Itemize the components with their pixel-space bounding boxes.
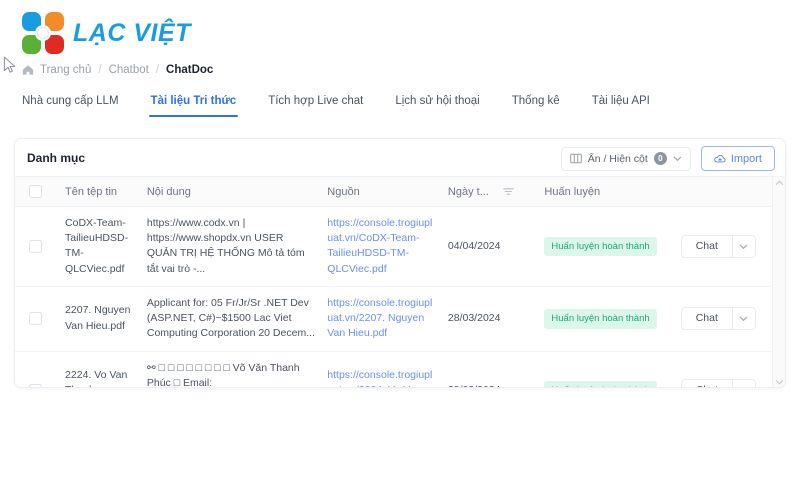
hidden-columns-count-badge: 0 xyxy=(653,152,667,165)
row-training: Huấn luyện hoàn thành xyxy=(538,286,675,352)
breadcrumb-separator: / xyxy=(155,64,160,76)
toggle-columns-label: Ẩn / Hiện cột xyxy=(587,152,648,165)
row-source-link[interactable]: https://console.trogiupluat.vn/CoDX-Team… xyxy=(327,217,432,275)
status-badge: Huấn luyện hoàn thành xyxy=(544,381,657,387)
chevron-down-icon xyxy=(740,244,748,250)
chevron-down-icon xyxy=(740,316,748,322)
header-filename[interactable]: Tên tệp tin xyxy=(59,177,141,207)
table-row[interactable]: 2224. Vo Van Thanh Phuc.pdf ⚯ □ □ □ □ □ … xyxy=(15,351,785,388)
card-header: Danh mục Ẩn / Hiện cột 0 Import xyxy=(15,139,785,177)
scroll-up-icon[interactable] xyxy=(775,179,784,187)
status-badge: Huấn luyện hoàn thành xyxy=(544,308,657,329)
status-badge: Huấn luyện hoàn thành xyxy=(544,236,657,257)
row-actions: Chat xyxy=(674,286,785,352)
import-button-label: Import xyxy=(730,152,762,165)
select-all-checkbox[interactable] xyxy=(29,185,42,198)
chat-button-group: Chat xyxy=(680,307,756,331)
breadcrumb-separator: / xyxy=(98,64,102,76)
row-select-cell xyxy=(15,286,60,352)
documents-table: Tên tệp tin Nội dung Nguồn Ngày t... Huấ… xyxy=(15,177,785,388)
breadcrumb-item-chatdoc: ChatDoc xyxy=(166,64,214,76)
row-filename: CoDX-Team-TailieuHDSD-TM-QLCViec.pdf xyxy=(59,206,141,287)
chevron-down-icon xyxy=(673,154,682,163)
import-button[interactable]: Import xyxy=(700,146,775,171)
tab-livechat-integration[interactable]: Tích hợp Live chat xyxy=(268,92,363,117)
documents-table-wrap: Tên tệp tin Nội dung Nguồn Ngày t... Huấ… xyxy=(15,177,785,388)
row-content: ⚯ □ □ □ □ □ □ □ □ Võ Văn Thanh Phúc □ Em… xyxy=(140,351,322,387)
columns-icon xyxy=(569,153,582,164)
row-source-link[interactable]: https://console.trogiupluat.vn/2224. Vo … xyxy=(327,369,432,387)
breadcrumb-item-home[interactable]: Trang chủ xyxy=(40,64,91,76)
chevron-down-icon xyxy=(739,386,748,388)
chat-button-group: Chat xyxy=(680,234,756,258)
chat-dropdown-button[interactable] xyxy=(731,234,756,258)
table-row[interactable]: CoDX-Team-TailieuHDSD-TM-QLCViec.pdf htt… xyxy=(15,206,785,287)
chat-button-group: Chat xyxy=(680,379,756,388)
toggle-columns-button[interactable]: Ẩn / Hiện cột 0 xyxy=(560,146,691,171)
tab-knowledge-documents[interactable]: Tài liệu Tri thức xyxy=(148,92,238,117)
row-actions: Chat xyxy=(674,206,785,287)
app-page: LẠC VIỆT Trang chủ / Chatbot / ChatDoc N… xyxy=(0,0,800,500)
row-training: Huấn luyện hoàn thành xyxy=(538,206,675,287)
chat-button[interactable]: Chat xyxy=(680,234,732,258)
row-training: Huấn luyện hoàn thành xyxy=(538,351,675,387)
row-select-cell xyxy=(15,351,60,387)
header-date[interactable]: Ngày t... xyxy=(441,177,539,207)
chat-dropdown-button[interactable] xyxy=(731,307,756,331)
row-filename: 2224. Vo Van Thanh Phuc.pdf xyxy=(59,351,141,387)
filter-icon[interactable] xyxy=(503,187,514,196)
documents-card: Danh mục Ẩn / Hiện cột 0 Import Tên tệp … xyxy=(14,138,786,388)
header-date-label: Ngày t... xyxy=(447,185,489,198)
tab-api-docs[interactable]: Tài liệu API xyxy=(592,92,650,117)
home-icon xyxy=(22,64,34,76)
row-date: 28/03/2024 xyxy=(441,286,539,352)
cloud-upload-icon xyxy=(714,153,726,165)
breadcrumb-item-chatbot[interactable]: Chatbot xyxy=(109,64,149,76)
row-date: 28/03/2024 xyxy=(441,351,539,387)
header-content[interactable]: Nội dung xyxy=(140,177,322,207)
table-head: Tên tệp tin Nội dung Nguồn Ngày t... Huấ… xyxy=(15,177,785,207)
flower-logo-icon xyxy=(22,12,64,54)
logo-center-circle xyxy=(35,25,51,41)
row-date: 04/04/2024 xyxy=(441,206,539,287)
row-checkbox[interactable] xyxy=(29,239,42,253)
chat-button[interactable]: Chat xyxy=(680,379,732,387)
row-source-link[interactable]: https://console.trogiupluat.vn/2207. Ngu… xyxy=(327,297,432,339)
row-checkbox[interactable] xyxy=(29,384,42,387)
card-title: Danh mục xyxy=(27,150,86,165)
table-header-row: Tên tệp tin Nội dung Nguồn Ngày t... Huấ… xyxy=(15,177,785,207)
header-actions xyxy=(674,177,785,207)
row-content: Applicant for: 05 Fr/Jr/Sr .NET Dev (ASP… xyxy=(140,286,322,352)
breadcrumb: Trang chủ / Chatbot / ChatDoc xyxy=(22,64,213,76)
scroll-down-icon[interactable] xyxy=(775,378,784,386)
table-row[interactable]: 2207. Nguyen Van Hieu.pdf Applicant for:… xyxy=(15,286,785,352)
row-actions: Chat xyxy=(674,351,785,388)
row-source: https://console.trogiupluat.vn/2224. Vo … xyxy=(321,351,442,387)
tab-statistics[interactable]: Thống kê xyxy=(512,92,560,117)
row-checkbox[interactable] xyxy=(29,312,42,326)
header-source[interactable]: Nguồn xyxy=(321,177,442,207)
card-actions: Ẩn / Hiện cột 0 Import xyxy=(560,146,775,171)
tab-llm-provider[interactable]: Nhà cung cấp LLM xyxy=(22,92,119,117)
row-source: https://console.trogiupluat.vn/2207. Ngu… xyxy=(321,286,442,352)
chat-dropdown-button[interactable] xyxy=(731,379,756,388)
row-filename: 2207. Nguyen Van Hieu.pdf xyxy=(59,286,141,352)
tab-conversation-history[interactable]: Lịch sử hội thoại xyxy=(395,92,479,117)
chat-button[interactable]: Chat xyxy=(680,307,732,331)
brand-name: LẠC VIỆT xyxy=(73,18,191,47)
table-vertical-scrollbar[interactable] xyxy=(772,177,785,387)
row-content: https://www.codx.vn | https://www.shopdx… xyxy=(140,206,322,287)
row-source: https://console.trogiupluat.vn/CoDX-Team… xyxy=(321,206,442,287)
header-select-all xyxy=(15,177,60,207)
main-tabs: Nhà cung cấp LLM Tài liệu Tri thức Tích … xyxy=(22,92,782,124)
header-training[interactable]: Huấn luyện xyxy=(538,177,675,207)
brand-logo[interactable]: LẠC VIỆT xyxy=(22,12,191,54)
mouse-cursor-icon xyxy=(3,56,16,73)
row-select-cell xyxy=(15,206,60,287)
table-body: CoDX-Team-TailieuHDSD-TM-QLCViec.pdf htt… xyxy=(15,206,785,388)
app-header: LẠC VIỆT xyxy=(0,0,800,58)
